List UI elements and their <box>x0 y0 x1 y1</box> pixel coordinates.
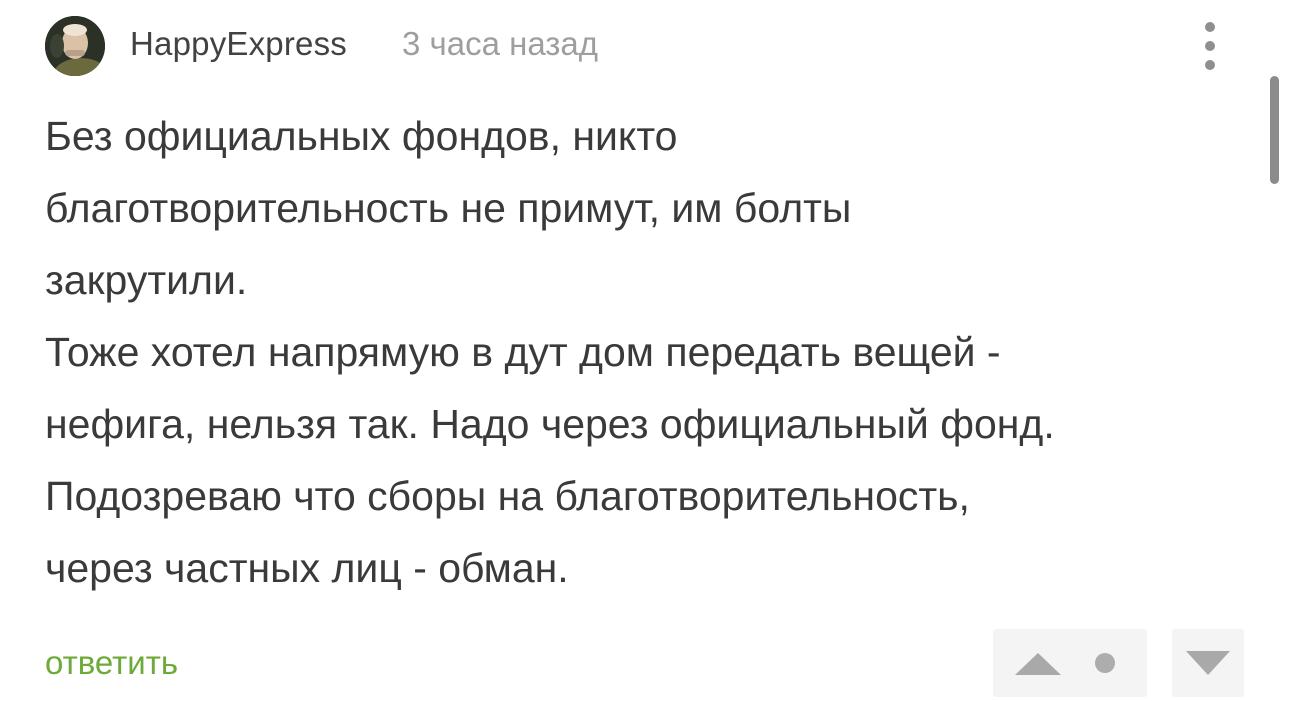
scrollbar[interactable] <box>1270 76 1279 184</box>
comment-text-line: благотворительность не примут, им болты <box>45 185 852 231</box>
comment-time: 3 часа назад <box>402 25 599 62</box>
comment-text-line: закрутили. <box>45 257 248 303</box>
avatar-image <box>45 16 105 76</box>
triangle-down-icon <box>1186 651 1230 675</box>
comment-body: Без официальных фондов, никто благотвори… <box>45 100 1245 604</box>
comment-text-line: Без официальных фондов, никто <box>45 113 678 159</box>
comment: HappyExpress 3 часа назад Без официальны… <box>0 0 1290 701</box>
downvote-button[interactable] <box>1172 629 1244 697</box>
comment-author[interactable]: HappyExpress <box>130 24 347 64</box>
more-vertical-icon-dot-3 <box>1205 60 1215 70</box>
comment-text-line: нефига, нельзя так. Надо через официальн… <box>45 401 1055 447</box>
comment-text-line: Подозреваю что сборы на благотворительно… <box>45 473 970 519</box>
comment-text-line: Тоже хотел напрямую в дут дом передать в… <box>45 329 1001 375</box>
dot-icon <box>1095 653 1115 673</box>
more-options-button[interactable] <box>1190 16 1230 76</box>
triangle-up-icon[interactable] <box>1011 647 1065 679</box>
comment-text-line: через частных лиц - обман. <box>45 545 569 591</box>
avatar[interactable] <box>45 16 105 76</box>
more-vertical-icon-dot-2 <box>1205 41 1215 51</box>
more-vertical-icon <box>1205 22 1215 32</box>
vote-box <box>993 629 1147 697</box>
reply-button[interactable]: ответить <box>45 643 178 683</box>
